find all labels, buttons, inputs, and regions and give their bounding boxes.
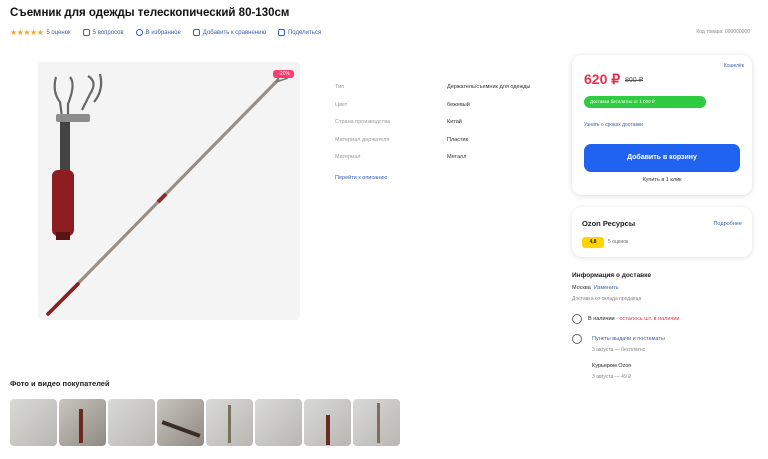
delivery-title: Информация о доставке bbox=[572, 272, 652, 279]
stock-status: В наличии · осталось шт. в наличии bbox=[588, 316, 680, 322]
add-to-cart-button[interactable]: Добавить в корзину bbox=[584, 144, 740, 172]
buyer-photo-thumbnail[interactable] bbox=[108, 399, 155, 446]
sale-badge: −20% bbox=[273, 70, 294, 78]
spec-row: Материал держателя Пластик bbox=[335, 136, 468, 143]
spec-row: Тип Держатель/съемник для одежды bbox=[335, 84, 531, 90]
seller-card: Ozon Ресурсы Подробнее 4,8 5 оценок bbox=[572, 207, 752, 257]
promo-badge: Доставка бесплатно от 1 000 ₽ bbox=[584, 96, 706, 108]
specs-description-link[interactable]: Перейти к описанию bbox=[335, 175, 550, 181]
buyer-photo-thumbnail[interactable] bbox=[304, 399, 351, 446]
pickup-icon bbox=[572, 334, 582, 344]
buyer-photo-thumbnail[interactable] bbox=[206, 399, 253, 446]
compare-button[interactable]: Добавить к сравнению bbox=[192, 29, 266, 36]
buyer-photo-thumbnail[interactable] bbox=[10, 399, 57, 446]
buyer-photo-thumbnail[interactable] bbox=[353, 399, 400, 446]
clothes-hook-image bbox=[46, 71, 289, 316]
buyers-photos-title: Фото и видео покупателей bbox=[10, 379, 110, 388]
product-meta-bar: ★★★★★ 5 оценок 5 вопросов В избранное До… bbox=[10, 28, 333, 37]
chat-icon bbox=[82, 29, 90, 36]
delivery-city: Москва Изменить bbox=[572, 285, 619, 291]
product-image[interactable]: −20% bbox=[38, 62, 300, 320]
courier-subtitle: 3 августа — 49 ₽ bbox=[592, 374, 632, 380]
spec-row: Цвет бежевый bbox=[335, 101, 470, 108]
compare-icon bbox=[192, 29, 200, 36]
change-city-link[interactable]: Изменить bbox=[594, 285, 619, 291]
seller-name[interactable]: Ozon Ресурсы bbox=[582, 219, 635, 228]
share-icon bbox=[277, 29, 285, 36]
seller-rating-badge: 4,8 bbox=[582, 237, 604, 248]
share-button[interactable]: Поделиться bbox=[277, 29, 321, 36]
buyer-photo-thumbnail[interactable] bbox=[59, 399, 106, 446]
spec-row: Страна производства Китай bbox=[335, 119, 462, 125]
pickup-link[interactable]: Пункты выдачи и постаматы bbox=[592, 336, 665, 342]
delivery-subtitle: Доставка со склада продавца bbox=[572, 296, 642, 302]
wallet-link[interactable]: Кошелёк bbox=[724, 63, 744, 69]
buy-card: 620 ₽ 800 ₽ Кошелёк Доставка бесплатно о… bbox=[572, 55, 752, 195]
buyer-photo-thumbnail[interactable] bbox=[157, 399, 204, 446]
old-price: 800 ₽ bbox=[625, 77, 644, 84]
product-code: Код товара: 000000000 bbox=[696, 29, 750, 35]
current-price: 620 ₽ bbox=[584, 71, 621, 87]
seller-more-link[interactable]: Подробнее bbox=[713, 221, 742, 227]
buyer-photo-thumbnail[interactable] bbox=[255, 399, 302, 446]
buy-now-link[interactable]: Купить в 1 клик bbox=[572, 177, 752, 183]
pickup-subtitle: 3 августа — бесплатно bbox=[592, 347, 646, 353]
box-icon bbox=[572, 314, 582, 324]
shipping-info-link[interactable]: Узнать о сроках доставки bbox=[584, 122, 643, 128]
buyers-photos-row bbox=[10, 399, 402, 446]
questions-link[interactable]: 5 вопросов bbox=[82, 29, 124, 36]
product-title: Съемник для одежды телескопический 80-13… bbox=[10, 7, 290, 19]
favorites-button[interactable]: В избранное bbox=[135, 29, 181, 36]
rating-stars-icon: ★★★★★ bbox=[10, 28, 44, 37]
courier-label: Курьером Ozon bbox=[592, 363, 632, 369]
specs-list: Тип Держатель/съемник для одежды Цвет беже… bbox=[335, 84, 550, 181]
seller-rating-count: 5 оценок bbox=[608, 239, 629, 245]
spec-row: Материал Металл bbox=[335, 154, 467, 160]
reviews-link[interactable]: 5 оценок bbox=[46, 30, 70, 36]
heart-icon bbox=[135, 29, 143, 36]
